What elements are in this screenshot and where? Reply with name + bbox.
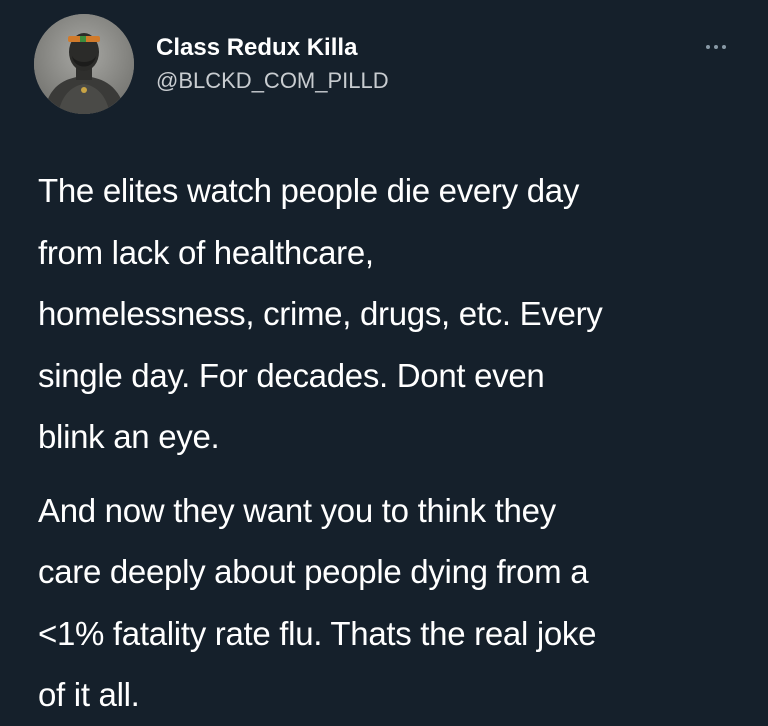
tweet-header: Class Redux Killa @BLCKD_COM_PILLD — [34, 14, 734, 114]
profile-photo — [34, 14, 134, 114]
dot — [714, 45, 718, 49]
tweet-card: Class Redux Killa @BLCKD_COM_PILLD The e… — [0, 0, 768, 713]
dot — [722, 45, 726, 49]
tweet-paragraph-2: And now they want you to think they care… — [38, 491, 597, 714]
tweet-paragraph-1: The elites watch people die every day fr… — [38, 172, 603, 455]
author-names: Class Redux Killa @BLCKD_COM_PILLD — [156, 34, 389, 94]
author-handle[interactable]: @BLCKD_COM_PILLD — [156, 68, 389, 94]
tweet-text: The elites watch people die every day fr… — [38, 160, 738, 726]
dot — [706, 45, 710, 49]
more-options-icon[interactable] — [696, 34, 736, 60]
avatar[interactable] — [34, 14, 134, 114]
author-display-name[interactable]: Class Redux Killa — [156, 34, 389, 62]
